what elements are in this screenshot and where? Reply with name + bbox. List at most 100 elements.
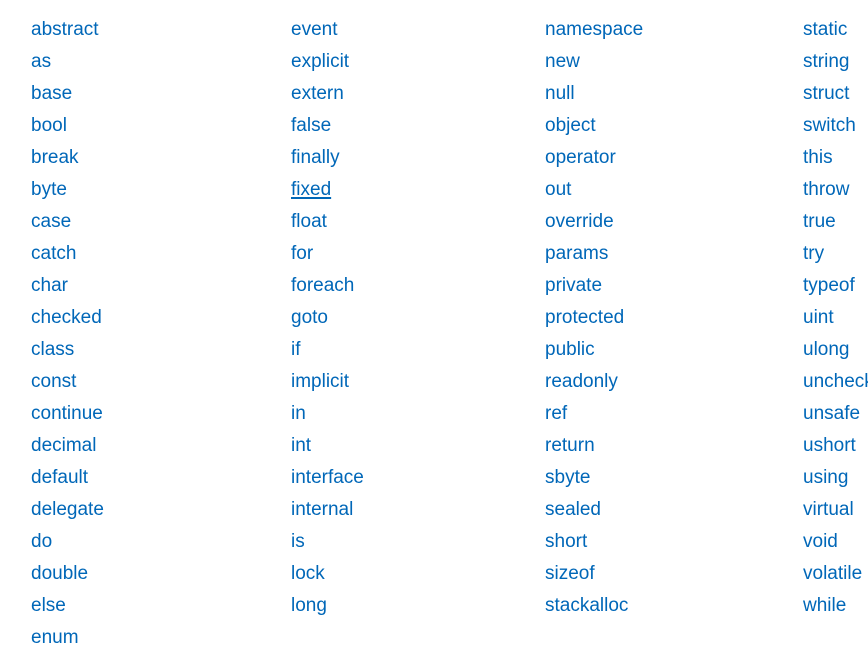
keyword-link-private[interactable]: private — [545, 275, 602, 296]
keyword-link-volatile[interactable]: volatile — [803, 563, 862, 584]
keyword-cell: goto — [291, 302, 518, 334]
keyword-link-double[interactable]: double — [31, 563, 88, 584]
keyword-cell: if — [291, 334, 518, 366]
keyword-link-false[interactable]: false — [291, 115, 331, 136]
keyword-link-operator[interactable]: operator — [545, 147, 616, 168]
keyword-link-ref[interactable]: ref — [545, 403, 567, 424]
keyword-link-internal[interactable]: internal — [291, 499, 353, 520]
keyword-cell: namespace — [545, 14, 774, 46]
keyword-link-using[interactable]: using — [803, 467, 848, 488]
keyword-link-is[interactable]: is — [291, 531, 305, 552]
keyword-cell: static — [803, 14, 868, 46]
keyword-link-enum[interactable]: enum — [31, 627, 79, 648]
keyword-cell: lock — [291, 558, 518, 590]
keyword-link-sealed[interactable]: sealed — [545, 499, 601, 520]
keyword-link-in[interactable]: in — [291, 403, 306, 424]
keyword-link-switch[interactable]: switch — [803, 115, 856, 136]
keyword-link-decimal[interactable]: decimal — [31, 435, 96, 456]
keyword-link-implicit[interactable]: implicit — [291, 371, 349, 392]
keyword-link-for[interactable]: for — [291, 243, 313, 264]
keyword-link-uint[interactable]: uint — [803, 307, 834, 328]
keyword-link-typeof[interactable]: typeof — [803, 275, 855, 296]
keyword-link-do[interactable]: do — [31, 531, 52, 552]
keyword-link-interface[interactable]: interface — [291, 467, 364, 488]
keyword-link-class[interactable]: class — [31, 339, 74, 360]
keyword-link-base[interactable]: base — [31, 83, 72, 104]
keyword-cell: readonly — [545, 366, 774, 398]
keyword-cell: abstract — [31, 14, 261, 46]
keyword-cell: ref — [545, 398, 774, 430]
keyword-link-params[interactable]: params — [545, 243, 608, 264]
keyword-link-checked[interactable]: checked — [31, 307, 102, 328]
keyword-cell: in — [291, 398, 518, 430]
keyword-cell: ushort — [803, 430, 868, 462]
keyword-link-new[interactable]: new — [545, 51, 580, 72]
keyword-link-short[interactable]: short — [545, 531, 587, 552]
keyword-cell: try — [803, 238, 868, 270]
keyword-link-ulong[interactable]: ulong — [803, 339, 850, 360]
keyword-link-public[interactable]: public — [545, 339, 595, 360]
keyword-link-stackalloc[interactable]: stackalloc — [545, 595, 628, 616]
keyword-link-out[interactable]: out — [545, 179, 571, 200]
keyword-link-null[interactable]: null — [545, 83, 575, 104]
keyword-link-struct[interactable]: struct — [803, 83, 849, 104]
keyword-link-throw[interactable]: throw — [803, 179, 849, 200]
keyword-link-unsafe[interactable]: unsafe — [803, 403, 860, 424]
keyword-link-object[interactable]: object — [545, 115, 596, 136]
keyword-cell: do — [31, 526, 261, 558]
keyword-link-fixed[interactable]: fixed — [291, 179, 331, 200]
keyword-link-extern[interactable]: extern — [291, 83, 344, 104]
keyword-cell: out — [545, 174, 774, 206]
keyword-link-sizeof[interactable]: sizeof — [545, 563, 595, 584]
keyword-link-goto[interactable]: goto — [291, 307, 328, 328]
keyword-cell: new — [545, 46, 774, 78]
keyword-cell: int — [291, 430, 518, 462]
keyword-cell: bool — [31, 110, 261, 142]
keyword-link-readonly[interactable]: readonly — [545, 371, 618, 392]
keyword-link-byte[interactable]: byte — [31, 179, 67, 200]
keyword-link-case[interactable]: case — [31, 211, 71, 232]
keyword-link-as[interactable]: as — [31, 51, 51, 72]
keyword-cell: finally — [291, 142, 518, 174]
keyword-link-ushort[interactable]: ushort — [803, 435, 856, 456]
keyword-link-while[interactable]: while — [803, 595, 846, 616]
keyword-link-unchecked[interactable]: unchecked — [803, 371, 868, 392]
keyword-link-try[interactable]: try — [803, 243, 824, 264]
keyword-link-if[interactable]: if — [291, 339, 301, 360]
keyword-link-namespace[interactable]: namespace — [545, 19, 643, 40]
keyword-link-true[interactable]: true — [803, 211, 836, 232]
keyword-link-void[interactable]: void — [803, 531, 838, 552]
keyword-link-int[interactable]: int — [291, 435, 311, 456]
keyword-link-static[interactable]: static — [803, 19, 847, 40]
keyword-link-return[interactable]: return — [545, 435, 595, 456]
keyword-link-char[interactable]: char — [31, 275, 68, 296]
keyword-link-this[interactable]: this — [803, 147, 833, 168]
keyword-link-default[interactable]: default — [31, 467, 88, 488]
keyword-link-float[interactable]: float — [291, 211, 327, 232]
keyword-link-const[interactable]: const — [31, 371, 76, 392]
keyword-link-protected[interactable]: protected — [545, 307, 624, 328]
keyword-link-bool[interactable]: bool — [31, 115, 67, 136]
keyword-link-catch[interactable]: catch — [31, 243, 76, 264]
keyword-link-lock[interactable]: lock — [291, 563, 325, 584]
keyword-link-sbyte[interactable]: sbyte — [545, 467, 590, 488]
keyword-link-long[interactable]: long — [291, 595, 327, 616]
keyword-link-abstract[interactable]: abstract — [31, 19, 99, 40]
keyword-cell: operator — [545, 142, 774, 174]
keyword-cell: checked — [31, 302, 261, 334]
keyword-cell: double — [31, 558, 261, 590]
keyword-link-explicit[interactable]: explicit — [291, 51, 349, 72]
keyword-link-virtual[interactable]: virtual — [803, 499, 854, 520]
keyword-link-string[interactable]: string — [803, 51, 849, 72]
keyword-link-foreach[interactable]: foreach — [291, 275, 354, 296]
keyword-link-delegate[interactable]: delegate — [31, 499, 104, 520]
keyword-cell: sbyte — [545, 462, 774, 494]
keyword-link-finally[interactable]: finally — [291, 147, 340, 168]
keyword-cell: internal — [291, 494, 518, 526]
keyword-cell: const — [31, 366, 261, 398]
keyword-link-event[interactable]: event — [291, 19, 337, 40]
keyword-link-break[interactable]: break — [31, 147, 79, 168]
keyword-link-override[interactable]: override — [545, 211, 614, 232]
keyword-link-else[interactable]: else — [31, 595, 66, 616]
keyword-link-continue[interactable]: continue — [31, 403, 103, 424]
